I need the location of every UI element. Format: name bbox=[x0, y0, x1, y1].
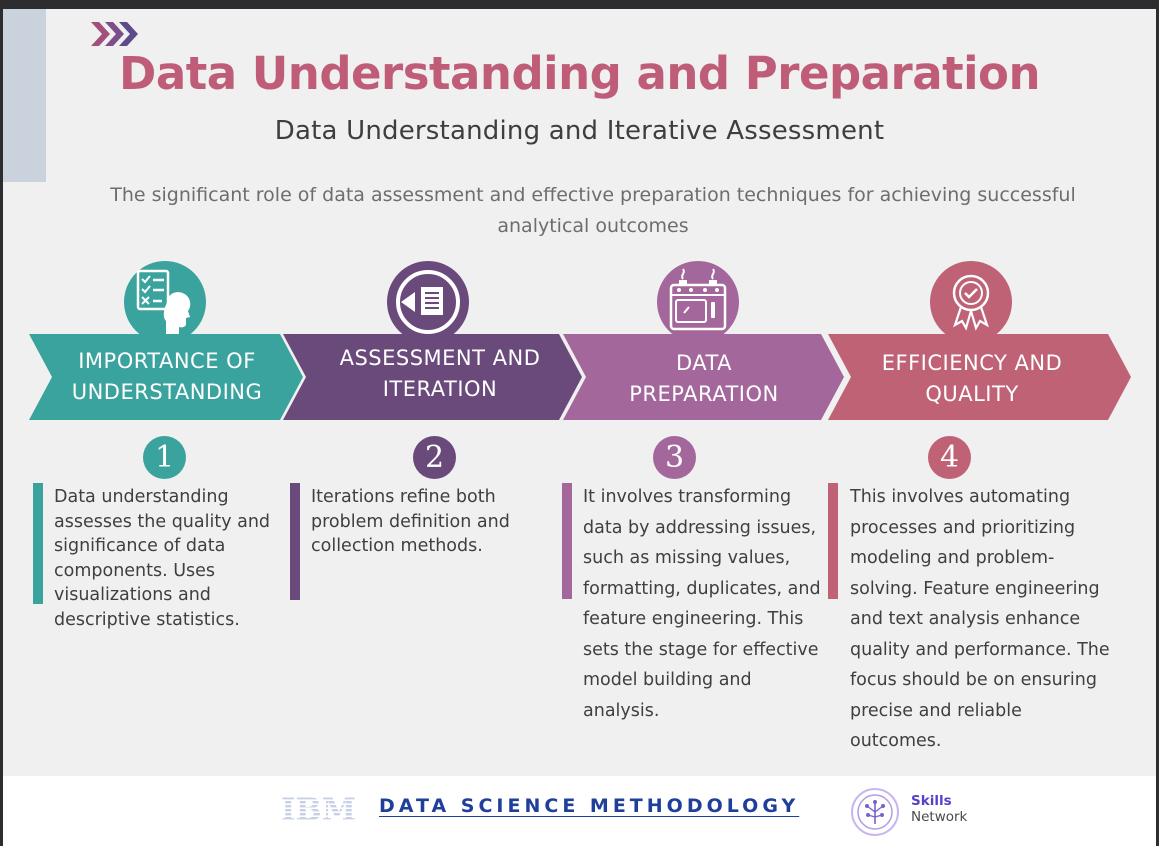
stage-banner: IMPORTANCE OF UNDERSTANDING ASSESSMENT A… bbox=[3, 334, 1156, 420]
stage-2-label-line1: ASSESSMENT AND bbox=[339, 346, 541, 370]
stage-3-number: 3 bbox=[653, 436, 696, 479]
skills-network-line1: Skills bbox=[911, 793, 952, 809]
stage-1-label-line2: UNDERSTANDING bbox=[71, 380, 263, 404]
stage-4-icon-circle bbox=[930, 261, 1012, 343]
stage-1-description: Data understanding assesses the quality … bbox=[54, 487, 271, 630]
stage-3-accent-bar bbox=[562, 483, 572, 599]
stage-2-description: Iterations refine both problem definitio… bbox=[311, 487, 510, 556]
kitchen-stove-icon bbox=[669, 268, 727, 331]
stage-2-label-line2: ITERATION bbox=[382, 377, 498, 401]
methodology-link[interactable]: DATA SCIENCE METHODOLOGY bbox=[379, 795, 799, 817]
triple-chevron-icon bbox=[91, 22, 138, 46]
skills-network-line2: Network bbox=[911, 809, 968, 825]
stage-1-icon-circle bbox=[124, 261, 206, 343]
infographic-canvas: Data Understanding and Preparation Data … bbox=[3, 9, 1156, 846]
stage-3-icon-circle bbox=[657, 261, 739, 343]
stage-4-label-line2: QUALITY bbox=[925, 382, 1019, 406]
stage-1-label: IMPORTANCE OF UNDERSTANDING bbox=[49, 346, 285, 408]
footer: IBM DATA SCIENCE METHODOLOGY Skills Netw… bbox=[3, 776, 1156, 846]
stage-1-accent-bar bbox=[33, 483, 43, 604]
svg-text:IBM: IBM bbox=[281, 793, 356, 825]
stage-1-label-line1: IMPORTANCE OF bbox=[78, 349, 256, 373]
skills-network-logo-icon bbox=[851, 788, 899, 836]
stage-4-label-line1: EFFICIENCY AND bbox=[881, 351, 1063, 375]
stage-2-accent-bar bbox=[290, 483, 300, 600]
award-ribbon-icon bbox=[952, 274, 990, 331]
page-title: Data Understanding and Preparation bbox=[118, 47, 1041, 100]
stage-2-label: ASSESSMENT AND ITERATION bbox=[313, 343, 567, 405]
stage-4-number: 4 bbox=[928, 436, 971, 479]
stage-4-description: This involves automating processes and p… bbox=[850, 487, 1110, 751]
window-frame-top bbox=[0, 0, 1159, 9]
stage-1-number: 1 bbox=[143, 436, 186, 479]
network-tree-icon bbox=[857, 794, 893, 830]
stage-4-accent-bar bbox=[828, 483, 838, 599]
checklist-head-icon bbox=[136, 269, 191, 335]
page-subtitle: Data Understanding and Iterative Assessm… bbox=[274, 116, 885, 146]
stage-3-label-line2: PREPARATION bbox=[629, 382, 779, 406]
stage-4-label: EFFICIENCY AND QUALITY bbox=[858, 348, 1086, 410]
stage-2-number: 2 bbox=[413, 436, 456, 479]
stage-3-label-line1: DATA bbox=[675, 351, 733, 375]
skills-network-wordmark: Skills Network bbox=[911, 793, 967, 825]
stage-3-label: DATA PREPARATION bbox=[593, 348, 815, 410]
stage-3-description: It involves transforming data by address… bbox=[583, 487, 821, 721]
stage-2-icon-circle bbox=[387, 261, 469, 343]
page-tagline: The significant role of data assessment … bbox=[110, 184, 1076, 237]
document-arrow-icon bbox=[396, 270, 460, 334]
ibm-logo: IBM bbox=[281, 793, 356, 825]
